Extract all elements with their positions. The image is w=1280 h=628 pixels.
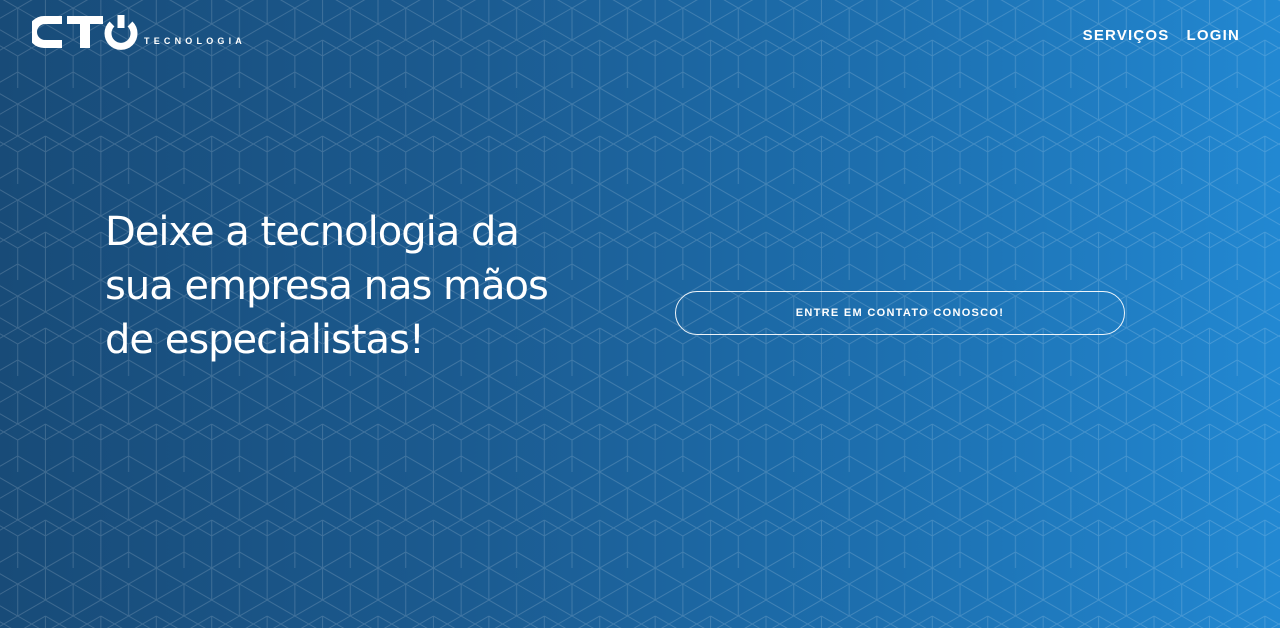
contact-us-button[interactable]: ENTRE EM CONTATO CONOSCO!: [675, 291, 1125, 335]
nav-item-login[interactable]: LOGIN: [1187, 27, 1241, 45]
headline-line-2: sua empresa nas mãos: [105, 263, 549, 309]
site-header: TECNOLOGIA SERVIÇOS LOGIN: [0, 0, 1280, 72]
hero-section: TECNOLOGIA SERVIÇOS LOGIN Deixe a tecnol…: [0, 0, 1280, 628]
hero-headline: Deixe a tecnologia da sua empresa nas mã…: [105, 205, 645, 367]
brand-logo[interactable]: TECNOLOGIA: [32, 14, 257, 54]
nav-item-servicos[interactable]: SERVIÇOS: [1083, 27, 1170, 45]
headline-line-1: Deixe a tecnologia da: [105, 209, 520, 255]
logo-tagline: TECNOLOGIA: [144, 36, 246, 46]
headline-line-3: de especialistas!: [105, 317, 425, 363]
cto-logo-mark: [32, 15, 138, 50]
main-nav: SERVIÇOS LOGIN: [1083, 27, 1240, 45]
